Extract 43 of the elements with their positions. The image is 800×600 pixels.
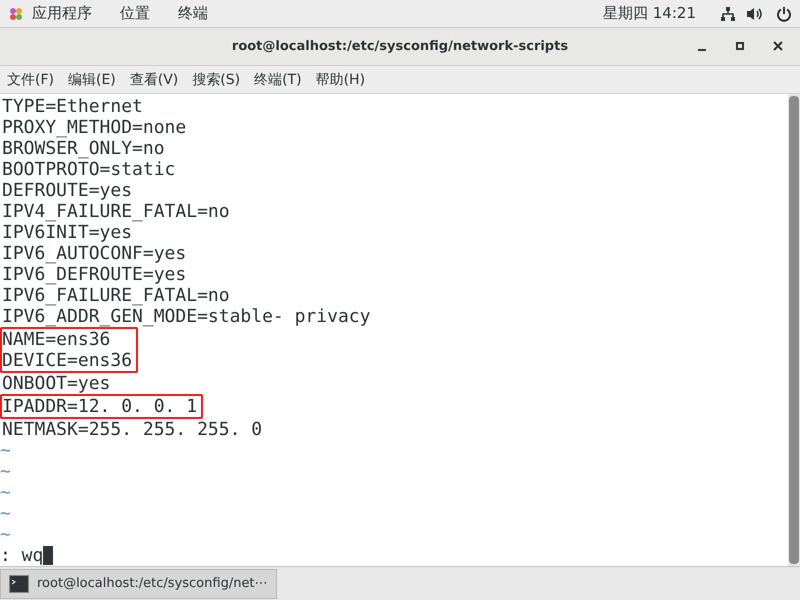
code-line: IPV6INIT=yes [2, 222, 134, 243]
code-line: BROWSER_ONLY=no [2, 138, 166, 159]
top-menu[interactable]: 终端 [178, 4, 208, 23]
taskbar-item[interactable]: root@localhost:/etc/sysconfig/net⋯ [0, 568, 277, 598]
tilde-marker: ~ [0, 440, 12, 461]
menu-item[interactable]: 终端(T) [254, 70, 302, 88]
code-line: IPV4_FAILURE_FATAL=no [2, 201, 231, 222]
terminal-icon [9, 574, 29, 592]
tilde-marker: ~ [0, 524, 12, 545]
code-line: IPV6_FAILURE_FATAL=no [2, 285, 231, 306]
code-line: PROXY_METHOD=none [2, 117, 188, 138]
code-line: NETMASK=255. 255. 255. 0 [2, 419, 262, 440]
window-title: root@localhost:/etc/sysconfig/network-scripts [232, 39, 568, 54]
top-menu[interactable]: 应用程序 [32, 4, 92, 23]
code-line: IPV6_DEFROUTE=yes [2, 264, 188, 285]
code-line: TYPE=Ethernet [2, 96, 144, 117]
tilde-marker: ~ [0, 461, 12, 482]
menu-item[interactable]: 帮助(H) [316, 70, 366, 88]
text-cursor [43, 546, 54, 565]
menu-item[interactable]: 查看(V) [130, 70, 178, 88]
maximize-icon [735, 41, 745, 51]
code-line: IPV6_AUTOCONF=yes [2, 243, 188, 264]
clock[interactable]: 星期四 14:21 [603, 4, 696, 23]
tilde-marker: ~ [0, 482, 12, 503]
code-line: NAME=ens36 [2, 329, 112, 350]
app-menu-icon[interactable] [8, 6, 24, 22]
menu-item[interactable]: 文件(F) [7, 70, 54, 88]
menu-item[interactable]: 搜索(S) [192, 70, 240, 88]
close-icon [773, 41, 783, 51]
command-line: : wq [0, 545, 44, 566]
code-line: DEFROUTE=yes [2, 180, 134, 201]
code-line: ONBOOT=yes [2, 373, 110, 394]
tilde-marker: ~ [0, 503, 12, 524]
power-icon[interactable] [776, 6, 792, 22]
code-line: IPADDR=12. 0. 0. 1 [2, 396, 198, 417]
top-menu[interactable]: 位置 [120, 4, 150, 23]
volume-icon[interactable] [746, 6, 764, 22]
code-line: IPV6_ADDR_GEN_MODE=stable- privacy [2, 306, 370, 327]
minimize-icon [698, 49, 706, 51]
code-line: DEVICE=ens36 [2, 350, 132, 371]
network-icon[interactable] [720, 6, 736, 22]
code-line: BOOTPROTO=static [2, 159, 176, 180]
menu-item[interactable]: 编辑(E) [68, 70, 116, 88]
